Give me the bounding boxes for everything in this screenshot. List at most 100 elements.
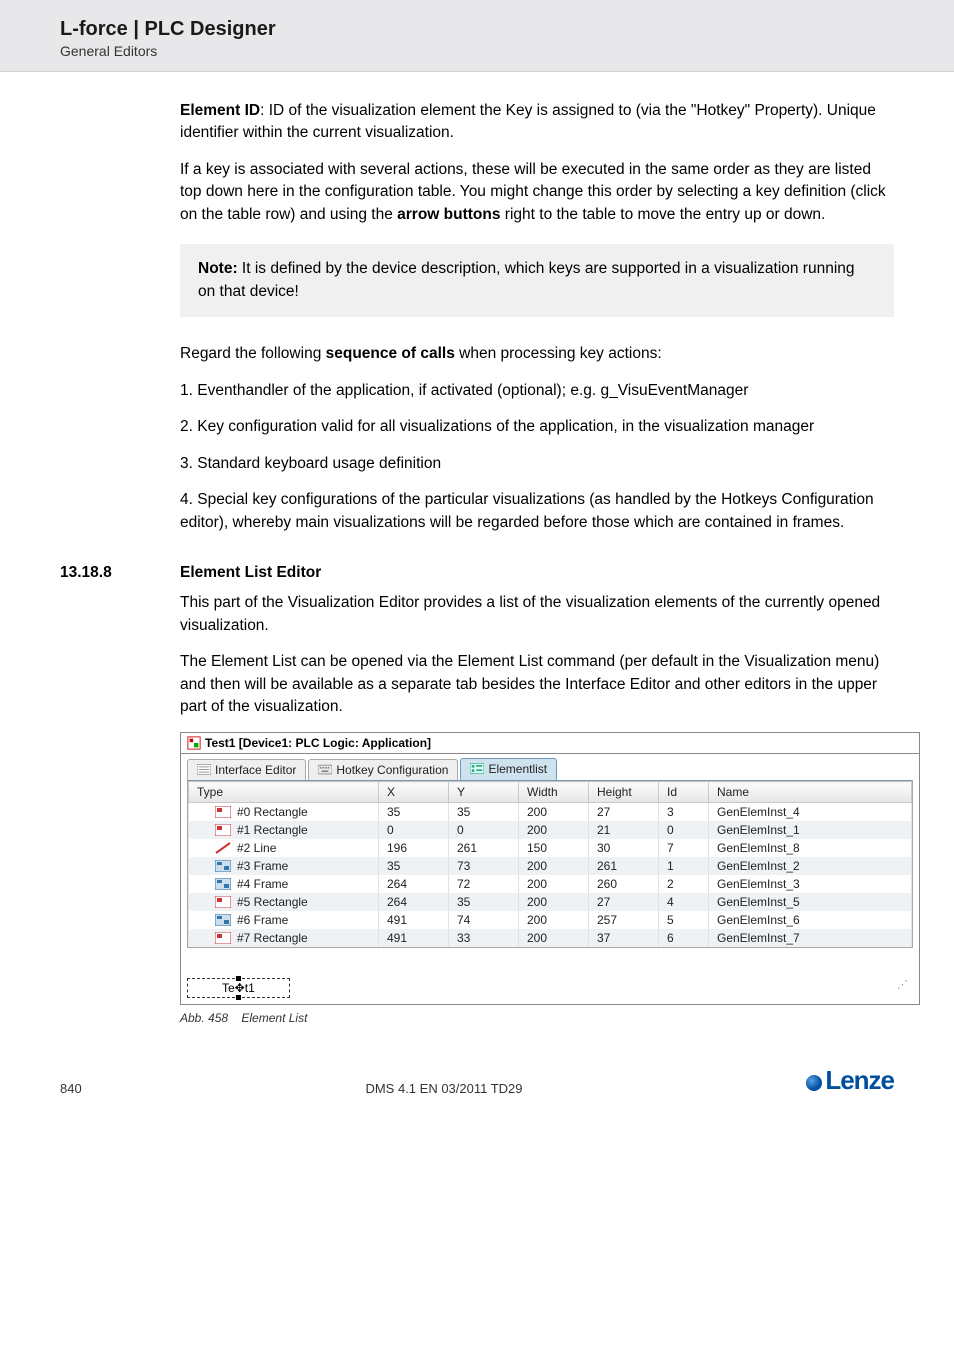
cell-x: 491 — [379, 929, 449, 947]
table-row[interactable]: #7 Rectangle49133200376GenElemInst_7 — [189, 929, 912, 947]
tab-hotkey-configuration[interactable]: Hotkey Configuration — [308, 759, 458, 780]
selected-element-handle[interactable]: Te✥t1 — [187, 978, 290, 998]
cell-y: 73 — [449, 857, 519, 875]
cell-width: 200 — [519, 803, 589, 822]
section-title: Element List Editor — [180, 564, 321, 582]
rect-icon — [215, 824, 231, 836]
cell-name: GenElemInst_5 — [709, 893, 912, 911]
cell-y: 0 — [449, 821, 519, 839]
cell-id: 6 — [659, 929, 709, 947]
footer-doc-id: DMS 4.1 EN 03/2011 TD29 — [82, 1081, 807, 1096]
cell-height: 37 — [589, 929, 659, 947]
paragraph-sequence-intro: Regard the following sequence of calls w… — [180, 343, 894, 365]
cell-width: 200 — [519, 821, 589, 839]
canvas-preview: Te✥t1 ⋰ — [181, 948, 919, 1004]
tab-label: Elementlist — [488, 762, 547, 776]
cell-y: 74 — [449, 911, 519, 929]
cell-width: 200 — [519, 875, 589, 893]
cell-x: 264 — [379, 875, 449, 893]
section-paragraph-1: This part of the Visualization Editor pr… — [180, 592, 894, 637]
cell-width: 150 — [519, 839, 589, 857]
keyboard-icon — [318, 764, 332, 776]
col-name[interactable]: Name — [709, 782, 912, 803]
text: when processing key actions: — [455, 345, 662, 362]
cell-name: GenElemInst_6 — [709, 911, 912, 929]
cell-width: 200 — [519, 857, 589, 875]
cell-id: 4 — [659, 893, 709, 911]
table-row[interactable]: #6 Frame491742002575GenElemInst_6 — [189, 911, 912, 929]
cell-name: GenElemInst_4 — [709, 803, 912, 822]
col-id[interactable]: Id — [659, 782, 709, 803]
window-title: Test1 [Device1: PLC Logic: Application] — [205, 736, 431, 750]
cell-type: #6 Frame — [237, 913, 288, 927]
text: Regard the following — [180, 345, 326, 362]
sequence-item-2: 2. Key configuration valid for all visua… — [180, 416, 894, 438]
element-table: Type X Y Width Height Id Name #0 Rectang… — [187, 780, 913, 948]
cell-width: 200 — [519, 929, 589, 947]
header-subtitle: General Editors — [60, 43, 894, 59]
paragraph-element-id: Element ID: ID of the visualization elem… — [180, 100, 894, 145]
cell-name: GenElemInst_1 — [709, 821, 912, 839]
tab-elementlist[interactable]: Elementlist — [460, 758, 557, 780]
cell-y: 72 — [449, 875, 519, 893]
cell-y: 33 — [449, 929, 519, 947]
col-x[interactable]: X — [379, 782, 449, 803]
cell-type: #2 Line — [237, 841, 276, 855]
cell-height: 27 — [589, 803, 659, 822]
editor-tabs: Interface Editor Hotkey Configuration El… — [181, 754, 919, 780]
note-label: Note: — [198, 260, 238, 277]
text: right to the table to move the entry up … — [501, 206, 826, 223]
cell-id: 1 — [659, 857, 709, 875]
cell-height: 27 — [589, 893, 659, 911]
sequence-item-3: 3. Standard keyboard usage definition — [180, 453, 894, 475]
table-row[interactable]: #3 Frame35732002611GenElemInst_2 — [189, 857, 912, 875]
col-type[interactable]: Type — [189, 782, 379, 803]
cell-type: #7 Rectangle — [237, 931, 308, 945]
cell-y: 35 — [449, 803, 519, 822]
section-heading: 13.18.8 Element List Editor — [60, 564, 894, 582]
cell-width: 200 — [519, 911, 589, 929]
cell-x: 491 — [379, 911, 449, 929]
col-height[interactable]: Height — [589, 782, 659, 803]
table-header-row: Type X Y Width Height Id Name — [189, 782, 912, 803]
tab-label: Interface Editor — [215, 763, 296, 777]
term-element-id: Element ID — [180, 102, 260, 119]
window-titlebar: Test1 [Device1: PLC Logic: Application] — [181, 733, 919, 754]
paragraph-arrow-buttons: If a key is associated with several acti… — [180, 159, 894, 226]
resize-grip-icon[interactable]: ⋰ — [897, 978, 913, 991]
table-row[interactable]: #5 Rectangle26435200274GenElemInst_5 — [189, 893, 912, 911]
cell-y: 261 — [449, 839, 519, 857]
cell-height: 260 — [589, 875, 659, 893]
elementlist-icon — [470, 763, 484, 775]
cell-height: 261 — [589, 857, 659, 875]
cell-type: #0 Rectangle — [237, 805, 308, 819]
col-y[interactable]: Y — [449, 782, 519, 803]
header-title: L-force | PLC Designer — [60, 18, 894, 41]
footer-logo: Lenze — [806, 1065, 894, 1096]
cell-id: 3 — [659, 803, 709, 822]
col-width[interactable]: Width — [519, 782, 589, 803]
note-box: Note: It is defined by the device descri… — [180, 244, 894, 317]
cell-type: #3 Frame — [237, 859, 288, 873]
cell-id: 2 — [659, 875, 709, 893]
cell-height: 30 — [589, 839, 659, 857]
lenze-dot-icon — [806, 1075, 822, 1091]
cell-name: GenElemInst_8 — [709, 839, 912, 857]
cell-id: 7 — [659, 839, 709, 857]
handle-label: Te✥t1 — [222, 981, 255, 995]
lenze-text: Lenze — [825, 1065, 894, 1095]
table-row[interactable]: #1 Rectangle00200210GenElemInst_1 — [189, 821, 912, 839]
line-icon — [215, 842, 231, 854]
text: : ID of the visualization element the Ke… — [180, 102, 876, 141]
term-sequence-of-calls: sequence of calls — [326, 345, 455, 362]
cell-type: #4 Frame — [237, 877, 288, 891]
table-row[interactable]: #0 Rectangle3535200273GenElemInst_4 — [189, 803, 912, 822]
tab-interface-editor[interactable]: Interface Editor — [187, 759, 306, 780]
content: Element ID: ID of the visualization elem… — [0, 72, 954, 1025]
table-row[interactable]: #4 Frame264722002602GenElemInst_3 — [189, 875, 912, 893]
frame-icon — [215, 914, 231, 926]
figure-caption: Abb. 458 Element List — [180, 1011, 894, 1025]
element-list-screenshot: Test1 [Device1: PLC Logic: Application] … — [180, 732, 920, 1005]
table-row[interactable]: #2 Line196261150307GenElemInst_8 — [189, 839, 912, 857]
cell-id: 5 — [659, 911, 709, 929]
